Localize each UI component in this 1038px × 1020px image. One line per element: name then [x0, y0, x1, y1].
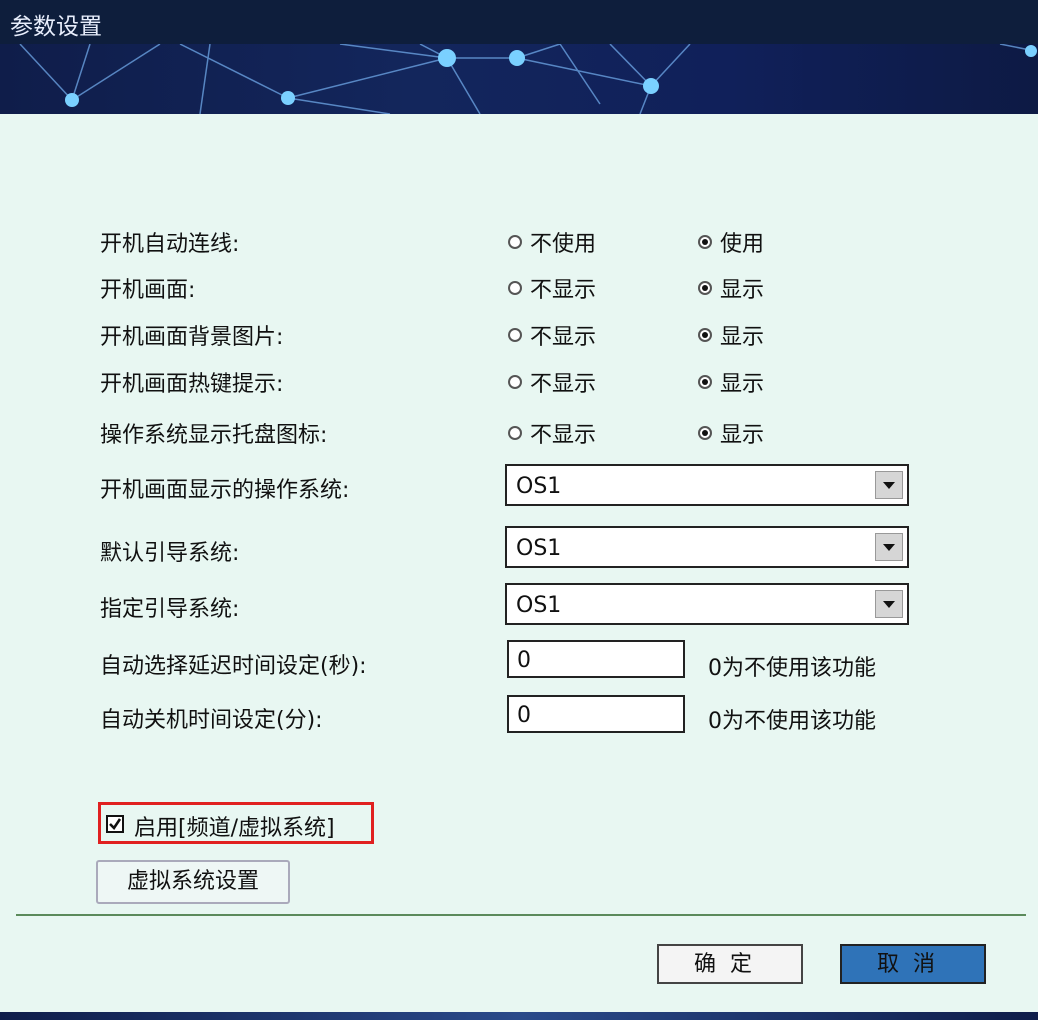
radio-unchecked-icon	[508, 375, 522, 389]
boot-background-hide-radio[interactable]: 不显示	[508, 319, 596, 351]
select-value: OS1	[516, 474, 562, 499]
divider	[16, 914, 1026, 916]
auto-select-delay-input[interactable]: 0	[507, 640, 685, 678]
radio-label: 显示	[720, 325, 765, 350]
radio-label: 不显示	[530, 372, 597, 397]
hotkey-hint-hide-radio[interactable]: 不显示	[508, 366, 596, 398]
auto-connect-on-radio[interactable]: 使用	[698, 226, 764, 258]
boot-screen-os-select[interactable]: OS1	[505, 464, 909, 506]
checkmark-icon	[109, 818, 122, 831]
radio-label: 显示	[720, 372, 765, 397]
auto-shutdown-input[interactable]: 0	[507, 695, 685, 733]
window-title: 参数设置	[10, 14, 102, 40]
dropdown-arrow-icon[interactable]	[875, 533, 903, 561]
radio-label: 显示	[720, 278, 765, 303]
boot-background-show-radio[interactable]: 显示	[698, 319, 764, 351]
radio-unchecked-icon	[508, 426, 522, 440]
auto-connect-off-radio[interactable]: 不使用	[508, 226, 596, 258]
tray-icon-hide-radio[interactable]: 不显示	[508, 417, 596, 449]
radio-label: 不显示	[530, 278, 597, 303]
input-value: 0	[517, 703, 531, 728]
bottom-banner	[0, 1012, 1038, 1020]
cancel-button[interactable]: 取消	[840, 944, 986, 984]
header-banner	[0, 43, 1038, 115]
radio-unchecked-icon	[508, 328, 522, 342]
default-boot-select[interactable]: OS1	[505, 526, 909, 568]
title-bar: 参数设置	[0, 0, 1038, 44]
network-graphic	[19, 43, 1037, 115]
specified-boot-select[interactable]: OS1	[505, 583, 909, 625]
boot-background-label: 开机画面背景图片:	[100, 325, 284, 350]
radio-unchecked-icon	[508, 281, 522, 295]
boot-screen-os-label: 开机画面显示的操作系统:	[100, 478, 350, 503]
tray-icon-show-radio[interactable]: 显示	[698, 417, 764, 449]
radio-checked-icon	[698, 375, 712, 389]
auto-select-delay-hint: 0为不使用该功能	[708, 656, 876, 681]
select-value: OS1	[516, 593, 562, 618]
hotkey-hint-label: 开机画面热键提示:	[100, 372, 284, 397]
radio-checked-icon	[698, 328, 712, 342]
radio-checked-icon	[698, 281, 712, 295]
input-value: 0	[517, 648, 531, 673]
radio-label: 显示	[720, 423, 765, 448]
radio-label: 不显示	[530, 423, 597, 448]
boot-screen-show-radio[interactable]: 显示	[698, 272, 764, 304]
virtual-system-settings-button[interactable]: 虚拟系统设置	[96, 860, 290, 904]
auto-shutdown-hint: 0为不使用该功能	[708, 709, 876, 734]
dropdown-arrow-icon[interactable]	[875, 471, 903, 499]
auto-connect-label: 开机自动连线:	[100, 232, 240, 257]
radio-unchecked-icon	[508, 235, 522, 249]
boot-screen-label: 开机画面:	[100, 278, 196, 303]
virtual-system-label[interactable]: 启用[频道/虚拟系统]	[134, 810, 335, 842]
auto-shutdown-label: 自动关机时间设定(分):	[100, 708, 323, 733]
tray-icon-label: 操作系统显示托盘图标:	[100, 423, 328, 448]
default-boot-label: 默认引导系统:	[100, 541, 240, 566]
auto-select-delay-label: 自动选择延迟时间设定(秒):	[100, 654, 367, 679]
dropdown-arrow-icon[interactable]	[875, 590, 903, 618]
select-value: OS1	[516, 536, 562, 561]
radio-checked-icon	[698, 235, 712, 249]
specified-boot-label: 指定引导系统:	[100, 597, 240, 622]
ok-button[interactable]: 确定	[657, 944, 803, 984]
boot-screen-hide-radio[interactable]: 不显示	[508, 272, 596, 304]
virtual-system-checkbox[interactable]	[106, 815, 124, 833]
radio-label: 不显示	[530, 325, 597, 350]
radio-checked-icon	[698, 426, 712, 440]
radio-label: 使用	[720, 232, 765, 257]
hotkey-hint-show-radio[interactable]: 显示	[698, 366, 764, 398]
radio-label: 不使用	[530, 232, 597, 257]
